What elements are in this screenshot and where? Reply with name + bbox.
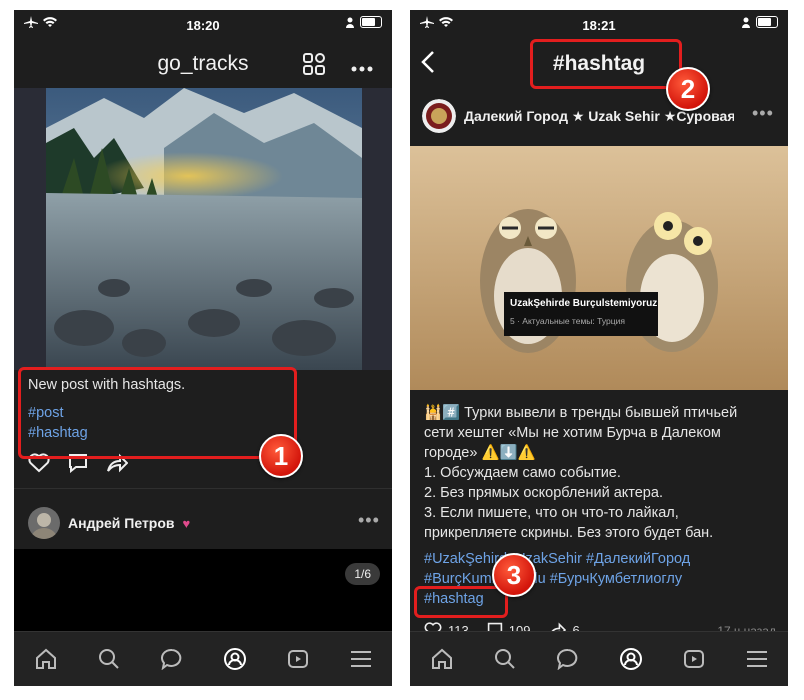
profile-icon[interactable]	[223, 647, 247, 671]
post-text-line: прикрепляете скрины. Без этого будет бан…	[424, 525, 714, 541]
home-icon[interactable]	[34, 647, 58, 671]
post-image[interactable]	[14, 88, 392, 370]
post-text-line: 2. Без прямых оскорблений актера.	[424, 485, 663, 501]
overlay-title: UzakŞehirde Burçulstemiyoruz	[510, 298, 658, 309]
post-more-icon[interactable]: •••	[752, 103, 774, 124]
person-icon	[742, 17, 750, 28]
profile-icon[interactable]	[619, 647, 643, 671]
step-badge-1: 1	[259, 434, 303, 478]
status-bar: 18:20	[14, 10, 392, 38]
status-bar: 18:21	[410, 10, 788, 38]
emoji-icon: ♥	[182, 515, 191, 531]
author-name: Андрей Петров	[68, 515, 175, 531]
phone-screen-hashtag: 18:21 #hashtag Далекий Город ★ Uzak Sehi…	[410, 10, 788, 686]
search-icon[interactable]	[493, 647, 517, 671]
step-badge-2: 2	[666, 67, 710, 111]
highlight-box-title	[530, 39, 682, 89]
post-text-line: городе» ⚠️⬇️⚠️	[424, 445, 536, 461]
post-text: 🕌#️⃣ Турки вывели в тренды бывшей птичье…	[424, 403, 780, 609]
phone-screen-profile: 18:20 go_tracks New post with hashtags. …	[14, 10, 392, 686]
top-bar: go_tracks	[14, 40, 392, 88]
menu-icon[interactable]	[349, 647, 373, 671]
divider	[14, 488, 392, 489]
menu-icon[interactable]	[745, 647, 769, 671]
post-text-line: сети хештег «Мы не хотим Бурча в Далеком	[424, 425, 721, 441]
avatar[interactable]	[422, 99, 456, 133]
post-text-line: 1. Обсуждаем само событие.	[424, 465, 621, 481]
person-icon	[346, 17, 354, 28]
battery-icon	[360, 16, 382, 28]
battery-icon	[756, 16, 778, 28]
page-title: go_tracks	[157, 52, 249, 75]
home-icon[interactable]	[430, 647, 454, 671]
avatar[interactable]	[28, 507, 60, 539]
highlight-box-hashtag	[414, 586, 508, 618]
post-author[interactable]: Андрей Петров ♥	[28, 507, 190, 539]
bottom-nav	[14, 631, 392, 686]
messages-icon[interactable]	[160, 647, 184, 671]
status-time: 18:20	[186, 18, 220, 33]
more-icon[interactable]	[350, 60, 374, 78]
highlight-box-caption	[18, 367, 297, 459]
post-text-line: 3. Если пишете, что он что-то лайкал,	[424, 505, 679, 521]
grid-icon[interactable]	[302, 52, 326, 81]
search-icon[interactable]	[97, 647, 121, 671]
bottom-nav	[410, 631, 788, 686]
media-counter: 1/6	[345, 563, 380, 585]
video-icon[interactable]	[682, 647, 706, 671]
step-badge-3: 3	[492, 553, 536, 597]
video-icon[interactable]	[286, 647, 310, 671]
next-post-media[interactable]: 1/6	[14, 549, 392, 633]
messages-icon[interactable]	[556, 647, 580, 671]
post-more-icon[interactable]: •••	[358, 510, 380, 531]
overlay-subtitle: 5 · Актуальные темы: Турция	[510, 316, 625, 326]
hashtag-link[interactable]: #UzakŞehirdeUzakSehir #ДалекийГород	[424, 549, 780, 569]
status-time: 18:21	[582, 18, 616, 33]
post-image[interactable]: UzakŞehirde Burçulstemiyoruz 5 · Актуаль…	[410, 146, 788, 390]
post-text-line: 🕌#️⃣ Турки вывели в тренды бывшей птичье…	[424, 405, 738, 421]
